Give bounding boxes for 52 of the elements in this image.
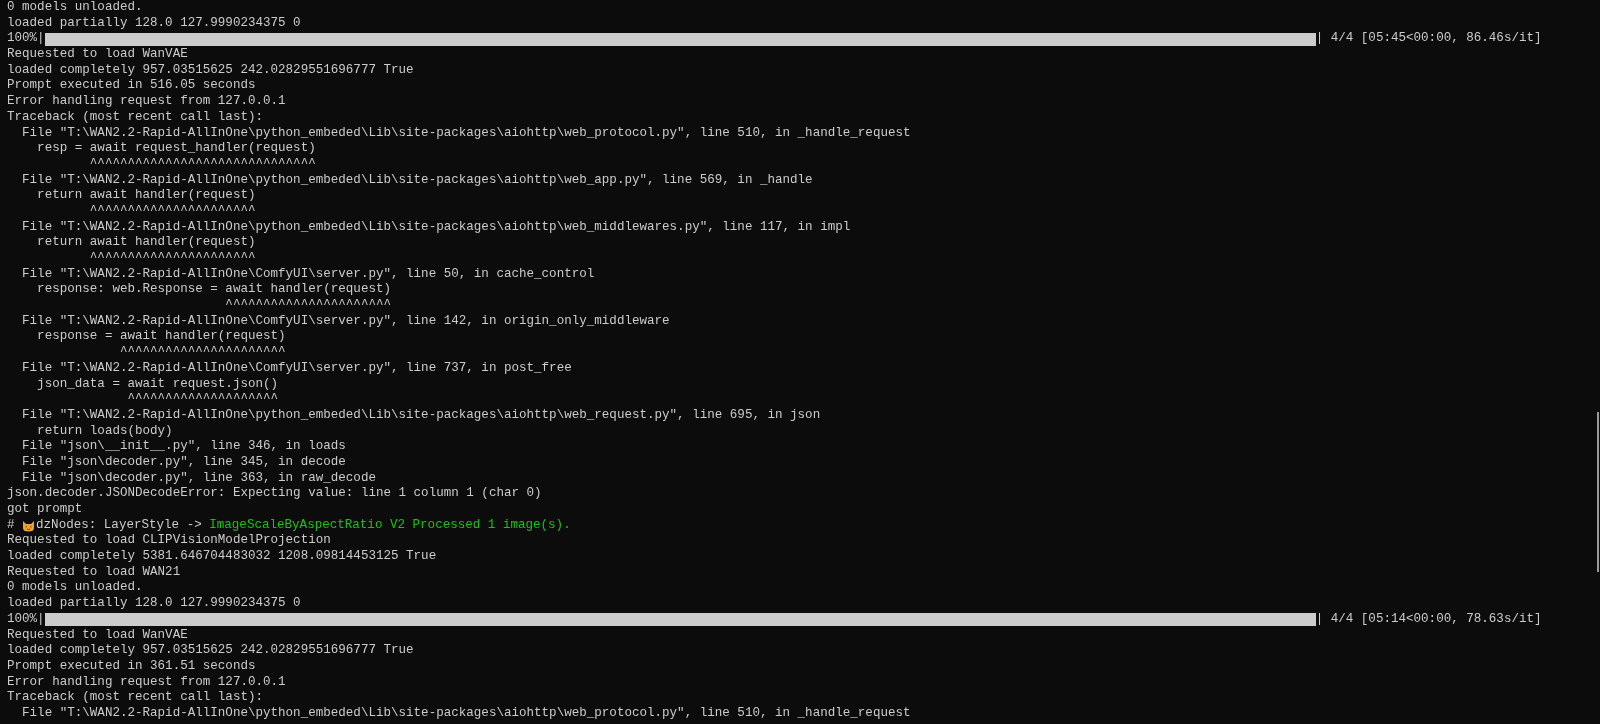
error-marker-line: ^^^^^^^^^^^^^^^^^^^^^^ xyxy=(88,251,256,265)
log-line: File "T:\WAN2.2-Rapid-AllInOne\ComfyUI\server.py", line 737, in post_free xyxy=(21,360,572,375)
log-line: Traceback (most recent call last): xyxy=(7,690,263,705)
log-line: Error handling request from 127.0.0.1 xyxy=(7,94,286,109)
log-line: Requested to load CLIPVisionModelProjection xyxy=(7,533,331,548)
error-marker-line: ^^^^^^^^^^^^^^^^^^^^^^^^^^^^^^ xyxy=(88,156,316,171)
log-line: Prompt executed in 361.51 seconds xyxy=(7,658,256,673)
log-line: Error handling request from 127.0.0.1 xyxy=(7,674,286,689)
log-line: loaded partially 128.0 127.9990234375 0 xyxy=(7,596,301,611)
log-line: got prompt xyxy=(7,502,83,516)
log-line: Requested to load WanVAE xyxy=(7,47,188,62)
progress-stats: | 4/4 [05:45<00:00, 86.46s/it] xyxy=(1315,31,1542,48)
log-line: File "json\decoder.py", line 363, in raw_decode xyxy=(21,470,376,485)
log-line: 0 models unloaded. xyxy=(7,0,143,14)
log-line: return await handler(request) xyxy=(36,188,256,203)
scrollbar[interactable] xyxy=(1597,412,1599,572)
log-line: File "T:\WAN2.2-Rapid-AllInOne\python_embeded\Lib\site-packages\aiohttp\web_middlewares.py", line 117, in impl xyxy=(21,219,851,234)
log-line: return loads(body) xyxy=(36,423,173,438)
log-text: # xyxy=(7,517,16,534)
log-line: json_data = await request.json() xyxy=(36,376,279,391)
log-line: loaded completely 957.03515625 242.02829551696777 True xyxy=(7,62,414,77)
log-line: 0 models unloaded. xyxy=(7,580,143,595)
log-line: resp = await request_handler(request) xyxy=(36,141,316,156)
progress-percent: 100%| xyxy=(7,611,45,628)
log-line: loaded completely 5381.646704483032 1208.09814453125 True xyxy=(7,549,437,564)
log-line: loaded partially 128.0 127.9990234375 0 xyxy=(7,15,301,30)
log-line: File "T:\WAN2.2-Rapid-AllInOne\python_embeded\Lib\site-packages\aiohttp\web_request.py", line 695, in json xyxy=(21,407,821,422)
error-marker-line: ^^^^^^^^^^^^^^^^^^^^^^ xyxy=(118,345,286,360)
progress-percent: 100%| xyxy=(7,31,45,48)
log-line: File "T:\WAN2.2-Rapid-AllInOne\ComfyUI\server.py", line 142, in origin_only_middleware xyxy=(21,313,670,328)
log-line: File "T:\WAN2.2-Rapid-AllInOne\python_embeded\Lib\site-packages\aiohttp\web_app.py", line 569, in _handle xyxy=(21,172,813,187)
log-line: loaded completely 957.03515625 242.02829551696777 True xyxy=(7,643,414,658)
log-line: return await handler(request) xyxy=(36,235,256,250)
cat-face-icon xyxy=(22,519,36,532)
log-line: Traceback (most recent call last): xyxy=(7,109,263,124)
error-marker-line: ^^^^^^^^^^^^^^^^^^^^ xyxy=(126,392,279,407)
log-line: File "T:\WAN2.2-Rapid-AllInOne\python_embeded\Lib\site-packages\aiohttp\web_protocol.py", line 510, in _handle_request xyxy=(21,125,911,140)
log-line: response: web.Response = await handler(request) xyxy=(36,282,391,297)
log-line: response = await handler(request) xyxy=(36,329,286,344)
error-marker-line: ^^^^^^^^^^^^^^^^^^^^^^ xyxy=(224,298,391,313)
log-line: File "T:\WAN2.2-Rapid-AllInOne\ComfyUI\server.py", line 50, in cache_control xyxy=(21,266,595,281)
progress-stats: | 4/4 [05:14<00:00, 78.63s/it] xyxy=(1315,611,1542,628)
log-text: ImageScaleByAspectRatio V2 Processed 1 image(s). xyxy=(209,517,571,534)
log-line: File "json\decoder.py", line 345, in decode xyxy=(21,454,346,469)
log-line: Requested to load WanVAE xyxy=(7,627,188,642)
error-marker-line: ^^^^^^^^^^^^^^^^^^^^^^ xyxy=(88,203,256,218)
log-line: Prompt executed in 516.05 seconds xyxy=(7,78,256,93)
log-line: File "json\__init__.py", line 346, in loads xyxy=(21,439,346,454)
log-line: json.decoder.JSONDecodeError: Expecting value: line 1 column 1 (char 0) xyxy=(7,486,542,501)
log-line: Requested to load WAN21 xyxy=(7,564,181,579)
log-line: File "T:\WAN2.2-Rapid-AllInOne\python_embeded\Lib\site-packages\aiohttp\web_protocol.py", line 510, in _handle_request xyxy=(21,705,911,720)
log-text: dzNodes: LayerStyle -> xyxy=(36,517,203,534)
